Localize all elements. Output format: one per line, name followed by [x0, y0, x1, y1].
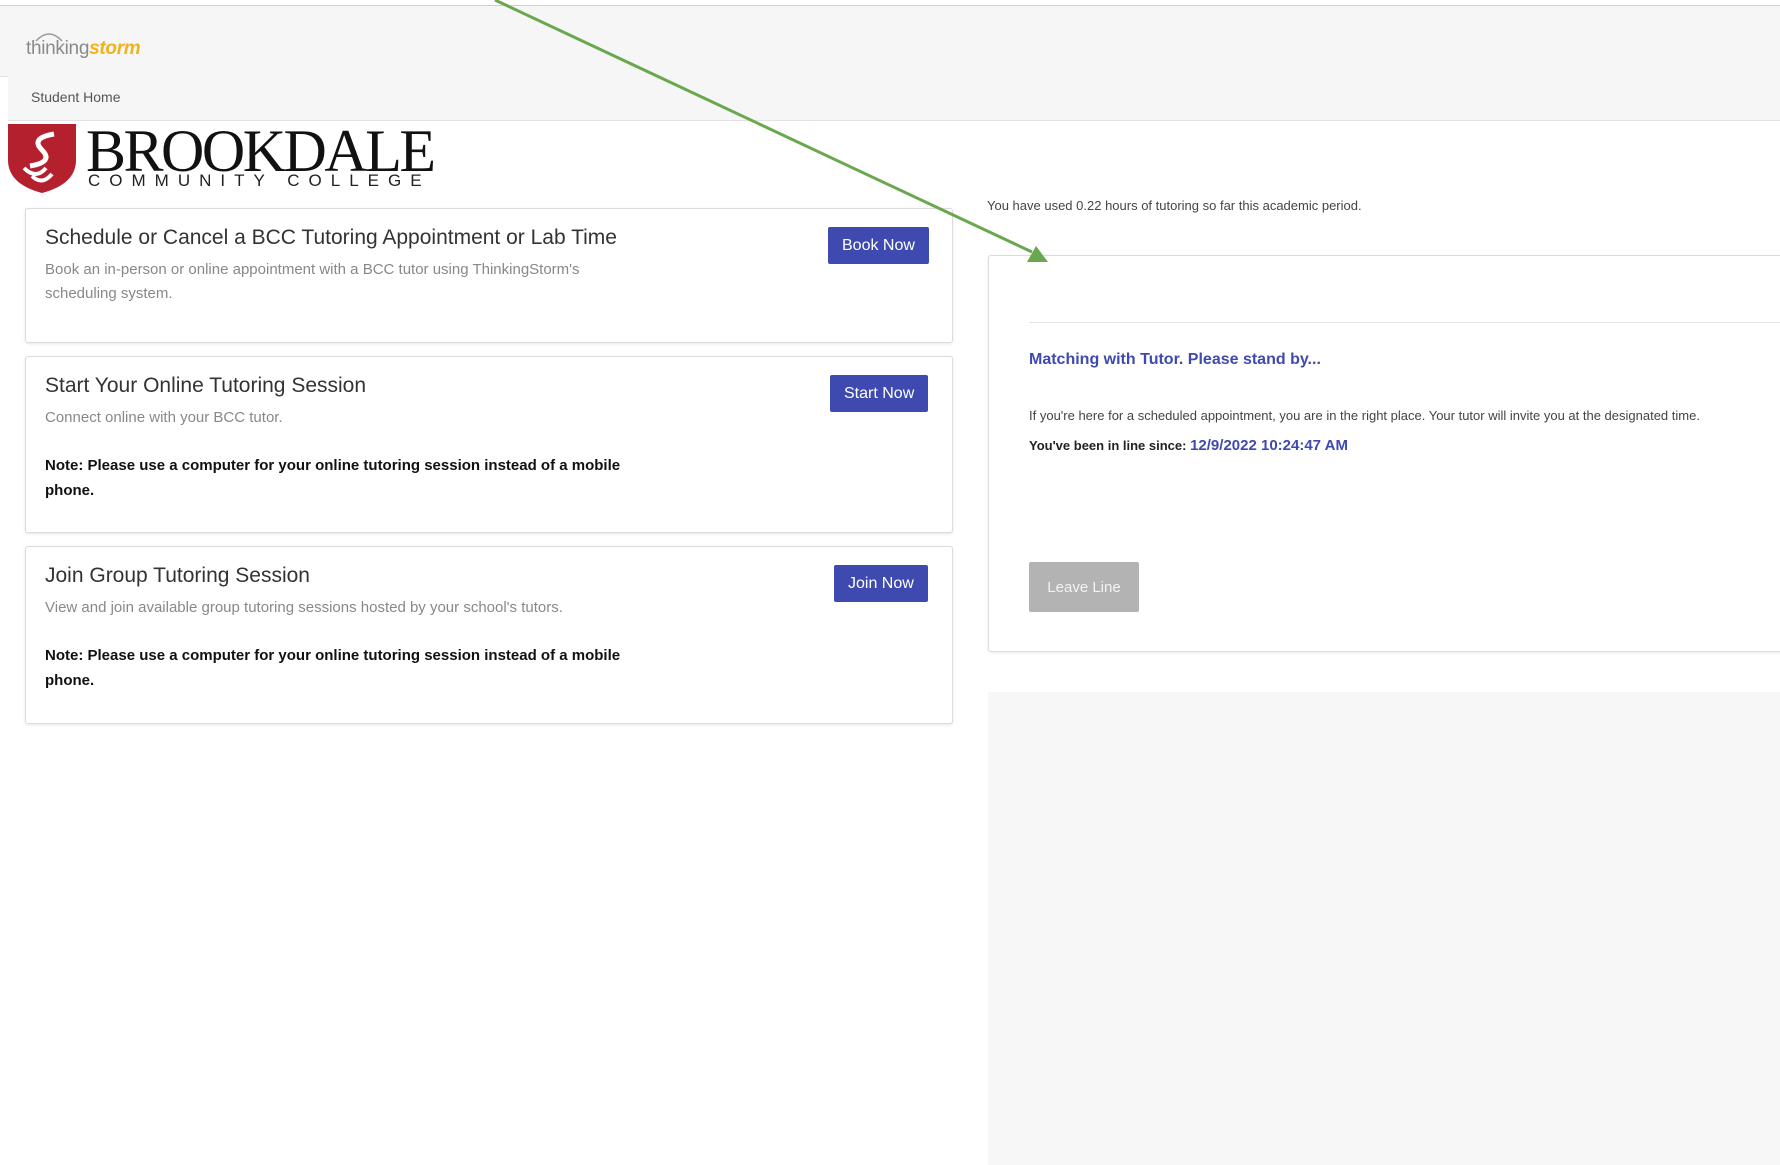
- in-line-since-value: 12/9/2022 10:24:47 AM: [1190, 437, 1348, 454]
- logo-text: thinkingstorm: [26, 38, 141, 60]
- brookdale-shield-icon: [8, 124, 76, 193]
- queue-panel: Matching with Tutor. Please stand by... …: [988, 255, 1780, 652]
- card-description: Connect online with your BCC tutor.: [45, 409, 283, 426]
- card-title: Schedule or Cancel a BCC Tutoring Appoin…: [45, 226, 617, 249]
- tutoring-usage-text: You have used 0.22 hours of tutoring so …: [987, 198, 1362, 213]
- nav-student-home[interactable]: Student Home: [31, 89, 121, 105]
- card-note: Note: Please use a computer for your onl…: [45, 647, 621, 689]
- card-note: Note: Please use a computer for your onl…: [45, 457, 621, 499]
- leave-line-button[interactable]: Leave Line: [1029, 562, 1139, 612]
- in-line-since: You've been in line since: 12/9/2022 10:…: [1029, 437, 1348, 454]
- card-online-session: Start Your Online Tutoring Session Conne…: [25, 356, 953, 533]
- logo-text-storm: storm: [89, 38, 141, 59]
- in-line-since-label: You've been in line since:: [1029, 438, 1187, 453]
- appointment-info: If you're here for a scheduled appointme…: [1029, 408, 1700, 423]
- join-now-button[interactable]: Join Now: [834, 565, 928, 602]
- book-now-button[interactable]: Book Now: [828, 227, 929, 264]
- nav-bar: Student Home: [8, 76, 1780, 121]
- brand-subtitle: COMMUNITY COLLEGE: [88, 171, 431, 190]
- logo-text-thinking: thinking: [26, 38, 90, 59]
- card-description: View and join available group tutoring s…: [45, 599, 563, 616]
- brookdale-logo: BROOKDALE COMMUNITY COLLEGE: [6, 119, 436, 197]
- card-schedule: Schedule or Cancel a BCC Tutoring Appoin…: [25, 208, 953, 343]
- card-title: Start Your Online Tutoring Session: [45, 374, 367, 397]
- session-area: [988, 692, 1780, 1165]
- card-group-session: Join Group Tutoring Session View and joi…: [25, 546, 953, 724]
- divider: [1029, 322, 1780, 323]
- top-header: thinkingstorm: [0, 5, 1780, 77]
- card-title: Join Group Tutoring Session: [45, 564, 310, 587]
- matching-status: Matching with Tutor. Please stand by...: [1029, 351, 1321, 368]
- start-now-button[interactable]: Start Now: [830, 375, 929, 412]
- card-description: Book an in-person or online appointment …: [45, 261, 580, 302]
- thinkingstorm-logo[interactable]: thinkingstorm: [26, 30, 176, 66]
